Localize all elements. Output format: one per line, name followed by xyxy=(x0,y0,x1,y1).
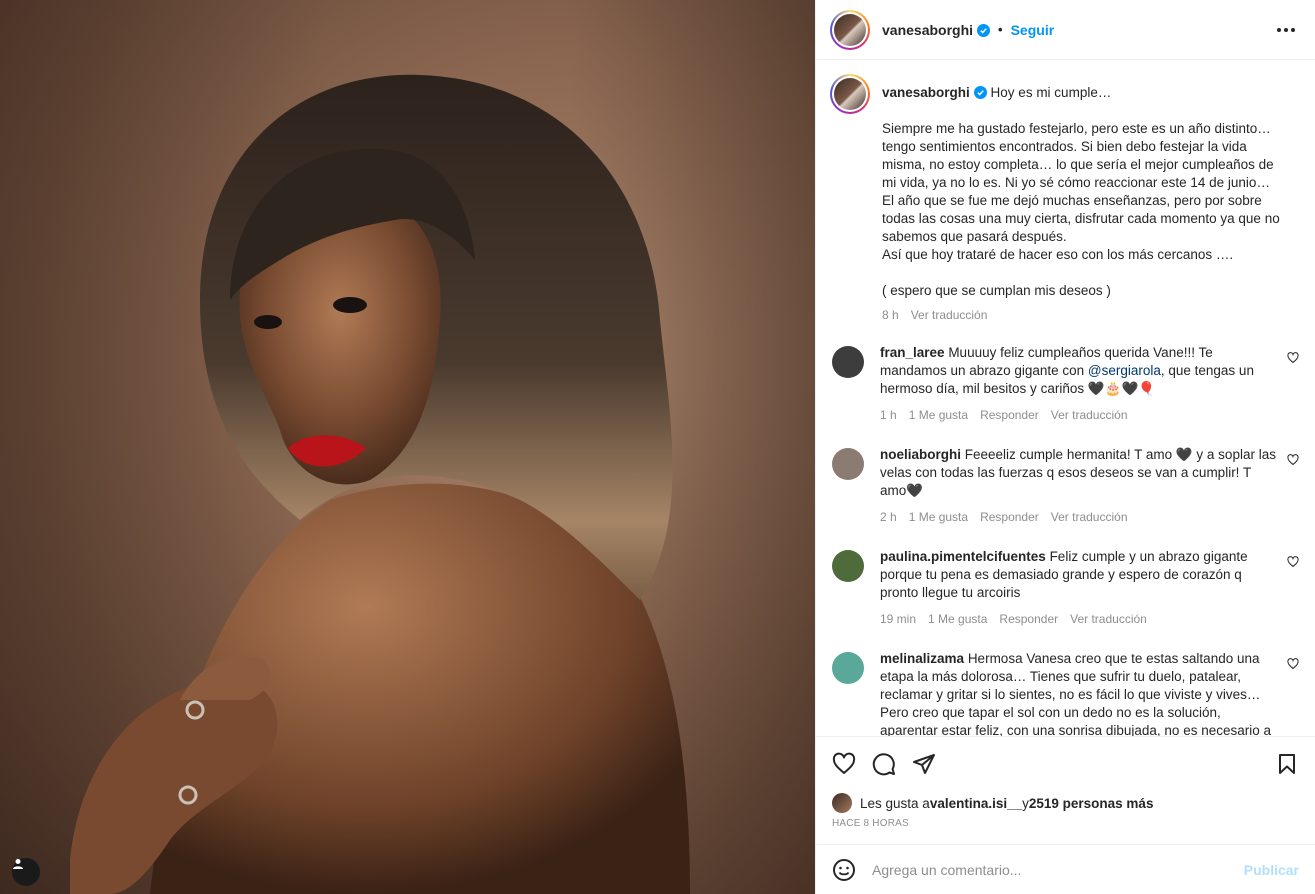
more-options-icon[interactable] xyxy=(1271,22,1301,38)
comment-username[interactable]: noeliaborghi xyxy=(880,447,961,462)
post-details-panel: vanesaborghi • Seguir vanesaborghi Hoy e… xyxy=(815,0,1315,894)
author-username[interactable]: vanesaborghi xyxy=(882,22,991,38)
caption-time: 8 h xyxy=(882,308,899,322)
add-comment-bar: Publicar xyxy=(816,844,1315,894)
tagged-user-button[interactable] xyxy=(12,858,40,886)
comment-item: paulina.pimentelcifuentes Feliz cumple y… xyxy=(830,548,1299,628)
comment-username[interactable]: paulina.pimentelcifuentes xyxy=(880,549,1046,564)
post-photo[interactable] xyxy=(0,0,815,894)
comment-text: melinalizama Hermosa Vanesa creo que te … xyxy=(880,651,1271,736)
post-actions xyxy=(816,736,1315,790)
caption-text: Siempre me ha gustado festejarlo, pero e… xyxy=(882,121,1280,298)
likes-conjunction: y xyxy=(1022,795,1029,811)
comment-likes[interactable]: 1 Me gusta xyxy=(909,406,968,424)
separator-dot: • xyxy=(998,22,1003,37)
caption-username[interactable]: vanesaborghi xyxy=(882,85,970,100)
comment-likes[interactable]: 1 Me gusta xyxy=(909,508,968,526)
likes-summary: Les gusta a valentina.isi__ y 2519 perso… xyxy=(816,790,1315,816)
comment-meta: 1 h 1 Me gusta Responder Ver traducción xyxy=(880,406,1276,424)
comment-item: noeliaborghi Feeeeliz cumple hermanita! … xyxy=(830,446,1299,526)
caption: vanesaborghi Hoy es mi cumple… Siempre m… xyxy=(830,74,1299,322)
comment-username[interactable]: fran_laree xyxy=(880,345,945,360)
comment-time: 1 h xyxy=(880,408,897,422)
comments-scroll[interactable]: vanesaborghi Hoy es mi cumple… Siempre m… xyxy=(816,60,1315,736)
portrait-illustration xyxy=(70,74,690,894)
comment-time: 19 min xyxy=(880,612,917,626)
comment-text: fran_laree Muuuuy feliz cumpleaños queri… xyxy=(880,345,1254,396)
like-comment-icon[interactable] xyxy=(1287,658,1299,670)
comment-likes[interactable]: 1 Me gusta xyxy=(928,610,987,628)
liker-username[interactable]: valentina.isi__ xyxy=(930,796,1022,811)
emoji-icon[interactable] xyxy=(832,858,856,882)
comment-bubble-icon[interactable] xyxy=(872,752,896,776)
publish-button[interactable]: Publicar xyxy=(1244,862,1299,878)
caption-first-line: vanesaborghi Hoy es mi cumple… xyxy=(882,85,1112,100)
like-comment-icon[interactable] xyxy=(1287,352,1299,364)
likes-count[interactable]: 2519 personas más xyxy=(1029,796,1154,811)
comment-time: 2 h xyxy=(880,510,897,524)
liker-avatar[interactable] xyxy=(832,793,852,813)
translate-link[interactable]: Ver traducción xyxy=(1051,406,1128,424)
like-comment-icon[interactable] xyxy=(1287,454,1299,466)
author-avatar[interactable] xyxy=(830,9,870,50)
comment-item: fran_laree Muuuuy feliz cumpleaños queri… xyxy=(830,344,1299,424)
person-icon xyxy=(13,859,23,869)
caption-avatar[interactable] xyxy=(830,74,870,114)
bookmark-icon[interactable] xyxy=(1275,752,1299,776)
translate-link[interactable]: Ver traducción xyxy=(1070,610,1147,628)
translate-link[interactable]: Ver traducción xyxy=(1051,508,1128,526)
reply-button[interactable]: Responder xyxy=(980,508,1039,526)
comment-avatar[interactable] xyxy=(832,448,864,480)
comment-meta: 2 h 1 Me gusta Responder Ver traducción xyxy=(880,508,1276,526)
comment-avatar[interactable] xyxy=(832,346,864,378)
comment-text: paulina.pimentelcifuentes Feliz cumple y… xyxy=(880,549,1248,600)
mention-link[interactable]: @sergiarola xyxy=(1088,363,1161,378)
post-timestamp: HACE 8 HORAS xyxy=(832,818,909,829)
comment-text: noeliaborghi Feeeeliz cumple hermanita! … xyxy=(880,447,1276,498)
comment-input[interactable] xyxy=(872,861,1244,878)
comment-item: melinalizama Hermosa Vanesa creo que te … xyxy=(830,650,1299,736)
likes-prefix: Les gusta a xyxy=(860,795,930,811)
share-paper-plane-icon[interactable] xyxy=(912,752,936,776)
caption-meta: 8 h Ver traducción xyxy=(882,308,1280,322)
translate-link[interactable]: Ver traducción xyxy=(911,308,988,322)
post-header: vanesaborghi • Seguir xyxy=(816,0,1315,60)
post-modal: vanesaborghi • Seguir vanesaborghi Hoy e… xyxy=(0,0,1315,894)
like-comment-icon[interactable] xyxy=(1287,556,1299,568)
comment-avatar[interactable] xyxy=(832,550,864,582)
verified-icon xyxy=(973,86,987,99)
follow-button[interactable]: Seguir xyxy=(1011,22,1055,38)
verified-icon xyxy=(977,23,991,37)
reply-button[interactable]: Responder xyxy=(999,610,1058,628)
comment-meta: 19 min 1 Me gusta Responder Ver traducci… xyxy=(880,610,1276,628)
like-heart-icon[interactable] xyxy=(832,752,856,776)
comment-avatar[interactable] xyxy=(832,652,864,684)
reply-button[interactable]: Responder xyxy=(980,406,1039,424)
comment-username[interactable]: melinalizama xyxy=(880,651,964,666)
